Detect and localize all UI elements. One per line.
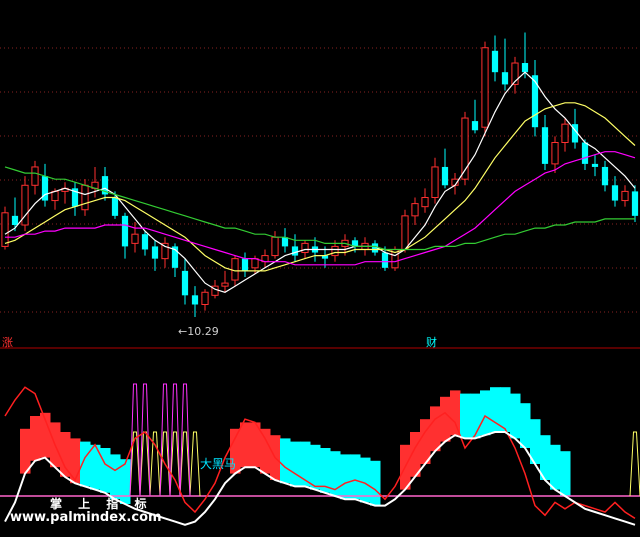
- candle-body-down: [11, 215, 19, 226]
- indicator-cyan-block: [550, 444, 561, 490]
- signal-yellow-line: [629, 431, 640, 497]
- candle-body-down: [151, 246, 159, 259]
- candle-body-down: [581, 142, 589, 164]
- candle-body-down: [541, 127, 549, 164]
- candle-body-up: [31, 166, 39, 186]
- candle-body-down: [591, 163, 599, 167]
- signal-magenta-line: [179, 383, 191, 497]
- watermark-url: www.palmindex.com: [10, 510, 162, 525]
- candle-body-up: [301, 242, 309, 254]
- candle-body-down: [631, 191, 639, 216]
- candle-body-up: [271, 236, 279, 257]
- watermark-title: 掌 上 指 标: [50, 497, 153, 511]
- candle-body-up: [421, 197, 429, 208]
- indicator-cyan-block: [370, 460, 381, 506]
- stock-chart: [0, 32, 640, 526]
- candle-body-up: [401, 215, 409, 250]
- indicator-cyan-block: [350, 454, 361, 500]
- indicator-red-block: [60, 432, 71, 477]
- candle-body-up: [621, 190, 629, 202]
- indicator-red-block: [430, 406, 441, 452]
- candle-body-up: [251, 258, 259, 269]
- indicator-cyan-block: [520, 403, 531, 448]
- candle-body-up: [81, 184, 89, 211]
- candle-body-down: [241, 258, 249, 271]
- grid-lines: [0, 47, 640, 349]
- low-price-label: ←10.29: [178, 325, 219, 338]
- candle-body-up: [131, 233, 139, 244]
- indicator-red-block: [30, 416, 41, 461]
- candle-body-up: [231, 258, 239, 281]
- candle-body-up: [201, 291, 209, 305]
- indicator-red-block: [450, 390, 461, 436]
- candle-body-down: [441, 166, 449, 186]
- candle-body-down: [381, 252, 389, 268]
- candle-body-down: [611, 185, 619, 201]
- moving-average-line: [4, 102, 636, 272]
- candle-body-down: [281, 237, 289, 247]
- moving-average-line: [4, 71, 636, 293]
- candle-body-down: [181, 270, 189, 296]
- signal-magenta-line: [159, 383, 171, 497]
- candle-body-down: [121, 215, 129, 247]
- indicator-cyan-block: [280, 438, 291, 484]
- indicator-cyan-block: [340, 454, 351, 500]
- candle-body-down: [491, 50, 499, 73]
- candle-body-down: [191, 295, 199, 305]
- indicator-cyan-block: [510, 393, 521, 439]
- candle-body-down: [111, 197, 119, 216]
- candle-body-down: [501, 72, 509, 85]
- candle-body-up: [221, 282, 229, 287]
- candle-body-up: [481, 47, 489, 128]
- moving-average-lines: [4, 71, 636, 293]
- indicator-cyan-block: [470, 393, 481, 439]
- candle-body-up: [561, 123, 569, 143]
- indicator-cyan-block: [480, 390, 491, 436]
- signal-yellow-line: [149, 431, 161, 497]
- candle-body-down: [531, 75, 539, 128]
- candle-body-up: [51, 190, 59, 202]
- signal-yellow-line: [189, 431, 201, 497]
- indicator-cyan-block: [100, 448, 111, 493]
- indicator-cyan-block: [290, 441, 301, 487]
- indicator-red-block: [240, 422, 251, 468]
- indicator-red-block: [260, 428, 271, 474]
- indicator-cyan-block: [560, 451, 571, 496]
- candle-body-up: [1, 212, 9, 247]
- signal-label: 大黑马: [200, 457, 237, 471]
- signal-magenta-line: [139, 383, 151, 497]
- candle-body-down: [141, 234, 149, 250]
- indicator-cyan-block: [460, 393, 471, 439]
- candle-body-up: [331, 245, 339, 257]
- candle-body-up: [411, 203, 419, 217]
- moving-average-line: [5, 151, 636, 266]
- rise-tag: 涨: [2, 336, 13, 349]
- moving-average-line: [4, 166, 635, 251]
- indicator-cyan-block: [500, 387, 511, 432]
- indicator-red-block: [20, 428, 31, 474]
- candle-body-up: [551, 141, 559, 165]
- indicator-cyan-block: [310, 444, 321, 490]
- candle-body-down: [601, 166, 609, 186]
- wealth-tag: 财: [426, 336, 437, 349]
- indicator-cyan-block: [110, 454, 121, 500]
- candle-body-down: [291, 246, 299, 256]
- candle-body-down: [471, 121, 479, 131]
- candle-body-up: [431, 166, 439, 199]
- candle-body-down: [521, 63, 529, 73]
- indicator-red-block: [440, 396, 451, 442]
